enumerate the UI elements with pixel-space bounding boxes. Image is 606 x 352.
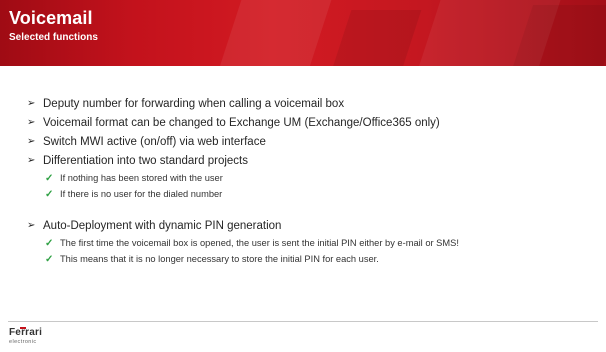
arrowhead-bullet-icon: ➢ xyxy=(27,136,36,147)
checkmark-icon: ✓ xyxy=(45,237,54,249)
header-banner: Voicemail Selected functions xyxy=(0,0,606,66)
bullet-text: Voicemail format can be changed to Excha… xyxy=(43,116,440,129)
sub-bullet-item: ✓ This means that it is no longer necess… xyxy=(27,251,597,267)
sub-bullet-item: ✓ If there is no user for the dialed num… xyxy=(27,186,597,202)
bullet-text: Switch MWI active (on/off) via web inter… xyxy=(43,135,266,148)
bullet-item: ➢ Deputy number for forwarding when call… xyxy=(27,94,597,113)
logo-name: Ferrari xyxy=(9,327,43,338)
header-decoration xyxy=(328,10,422,66)
slide-title: Voicemail xyxy=(9,8,93,28)
sub-bullet-item: ✓ The first time the voicemail box is op… xyxy=(27,235,597,251)
bullet-text: Differentiation into two standard projec… xyxy=(43,154,248,167)
sub-bullet-text: This means that it is no longer necessar… xyxy=(60,254,379,264)
sub-bullet-text: If nothing has been stored with the user xyxy=(60,173,223,183)
arrowhead-bullet-icon: ➢ xyxy=(27,155,36,166)
ferrari-electronic-logo: Ferrari electronic xyxy=(9,327,69,347)
arrowhead-bullet-icon: ➢ xyxy=(27,220,36,231)
checkmark-icon: ✓ xyxy=(45,253,54,265)
checkmark-icon: ✓ xyxy=(45,188,54,200)
slide-subtitle: Selected functions xyxy=(9,32,98,43)
bullet-item: ➢ Voicemail format can be changed to Exc… xyxy=(27,113,597,132)
sub-bullet-text: If there is no user for the dialed numbe… xyxy=(60,189,223,199)
bullet-item: ➢ Switch MWI active (on/off) via web int… xyxy=(27,132,597,151)
checkmark-icon: ✓ xyxy=(45,172,54,184)
logo-subtitle: electronic xyxy=(9,339,37,345)
bullet-item: ➢ Auto-Deployment with dynamic PIN gener… xyxy=(27,216,597,235)
sub-bullet-text: The first time the voicemail box is open… xyxy=(60,238,459,248)
footer-divider xyxy=(8,321,598,322)
header-decoration xyxy=(215,0,335,66)
slide-content: ➢ Deputy number for forwarding when call… xyxy=(27,94,597,267)
bullet-text: Deputy number for forwarding when callin… xyxy=(43,97,345,110)
arrowhead-bullet-icon: ➢ xyxy=(27,98,36,109)
sub-bullet-item: ✓ If nothing has been stored with the us… xyxy=(27,170,597,186)
arrowhead-bullet-icon: ➢ xyxy=(27,117,36,128)
bullet-item: ➢ Differentiation into two standard proj… xyxy=(27,151,597,170)
slide: Voicemail Selected functions ➢ Deputy nu… xyxy=(0,0,606,352)
bullet-text: Auto-Deployment with dynamic PIN generat… xyxy=(43,219,282,232)
